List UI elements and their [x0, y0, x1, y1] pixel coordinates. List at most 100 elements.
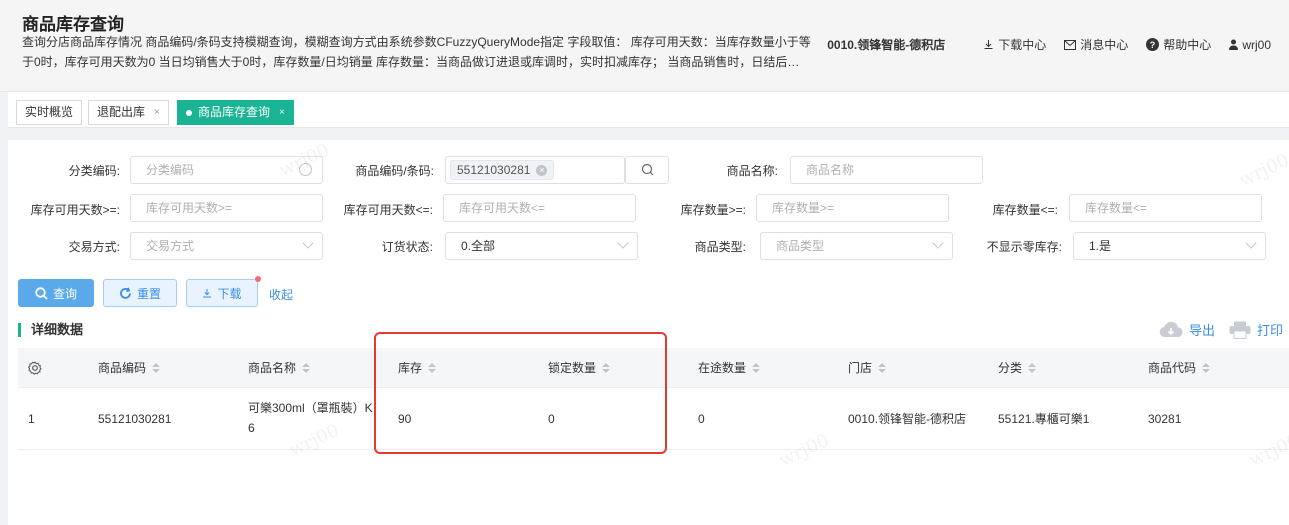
- column-product-code[interactable]: 商品代码: [1148, 348, 1211, 388]
- message-center-link[interactable]: 消息中心: [1064, 36, 1128, 53]
- export-label: 导出: [1188, 323, 1215, 338]
- column-label: 商品代码: [1148, 361, 1197, 375]
- cell-index: 1: [28, 412, 35, 426]
- query-button[interactable]: 查询: [18, 279, 94, 307]
- gear-icon: [28, 361, 42, 375]
- selected-value: 1.是: [1089, 239, 1112, 253]
- placeholder: 商品类型: [776, 239, 825, 253]
- column-category[interactable]: 分类: [998, 348, 1037, 388]
- placeholder: 库存数量<=: [1085, 201, 1148, 215]
- tab-label: 退配出库: [97, 105, 146, 119]
- hide-zero-label: 不显示零库存:: [986, 240, 1062, 254]
- selected-value: 0.全部: [461, 239, 496, 253]
- qty-lte-input[interactable]: 库存数量<=: [1069, 194, 1262, 222]
- download-button[interactable]: 下载: [186, 279, 258, 307]
- section-title: 详细数据: [18, 323, 83, 337]
- reset-button[interactable]: 重置: [103, 279, 177, 307]
- sort-icon[interactable]: [152, 363, 161, 373]
- item-code-search-button[interactable]: [625, 156, 669, 184]
- qty-lte-label: 库存数量<=:: [992, 203, 1058, 217]
- help-icon: ?: [1146, 38, 1160, 51]
- main-panel: 分类编码: 分类编码 商品编码/条码: 55121030281 × 商品名称: …: [8, 140, 1289, 525]
- column-label: 分类: [998, 361, 1023, 375]
- item-type-label: 商品类型:: [694, 240, 746, 254]
- help-center-link[interactable]: ? 帮助中心: [1146, 36, 1211, 53]
- tab-overview[interactable]: 实时概览: [16, 100, 83, 125]
- help-center-label: 帮助中心: [1163, 38, 1212, 52]
- watermark: wrj00: [1236, 149, 1289, 192]
- cell-product-code: 30281: [1148, 412, 1182, 426]
- download-center-label: 下载中心: [998, 38, 1047, 52]
- chevron-down-icon: [932, 237, 944, 249]
- column-in-transit-qty[interactable]: 在途数量: [698, 348, 761, 388]
- mail-icon: [1064, 39, 1077, 50]
- category-code-label: 分类编码:: [68, 164, 120, 178]
- days-gte-label: 库存可用天数>=:: [30, 203, 120, 217]
- user-menu[interactable]: wrj00: [1229, 38, 1271, 52]
- printer-icon: [1229, 321, 1251, 339]
- column-item-name[interactable]: 商品名称: [248, 348, 311, 388]
- item-name-line1: 可樂300ml（罩瓶裝）K: [248, 401, 373, 415]
- column-settings-button[interactable]: [28, 348, 42, 388]
- placeholder: 库存可用天数>=: [146, 201, 233, 215]
- download-label: 下载: [217, 286, 242, 301]
- placeholder: 商品名称: [806, 163, 855, 177]
- item-name-input[interactable]: 商品名称: [790, 156, 983, 184]
- sort-icon[interactable]: [1028, 363, 1037, 373]
- collapse-link[interactable]: 收起: [269, 286, 293, 303]
- cell-store: 0010.领锋智能-德积店: [848, 412, 967, 426]
- chevron-down-icon: [302, 237, 314, 249]
- tab-label: 商品库存查询: [198, 105, 271, 119]
- column-store[interactable]: 门店: [848, 348, 887, 388]
- svg-text:?: ?: [1150, 40, 1156, 50]
- chevron-down-icon: [617, 237, 629, 249]
- days-lte-input[interactable]: 库存可用天数<=: [443, 194, 636, 222]
- cloud-download-icon: [1159, 321, 1183, 337]
- item-type-select[interactable]: 商品类型: [760, 232, 953, 260]
- sort-icon[interactable]: [878, 363, 887, 373]
- print-label: 打印: [1256, 323, 1283, 338]
- days-gte-input[interactable]: 库存可用天数>=: [130, 194, 323, 222]
- item-code-input[interactable]: 55121030281 ×: [445, 156, 625, 184]
- qty-gte-input[interactable]: 库存数量>=: [756, 194, 949, 222]
- user-icon: [1229, 39, 1239, 50]
- user-name: wrj00: [1242, 37, 1271, 52]
- page-header: 商品库存查询 查询分店商品库存情况 商品编码/条码支持模糊查询，模糊查询方式由系…: [0, 0, 1289, 92]
- search-icon: [35, 286, 48, 300]
- tab-return-outbound[interactable]: 退配出库 ×: [88, 100, 169, 125]
- annotation-highlight-box: [374, 332, 667, 454]
- item-name-label: 商品名称:: [726, 164, 778, 178]
- column-item-code[interactable]: 商品编码: [98, 348, 161, 388]
- trade-mode-select[interactable]: 交易方式: [130, 232, 323, 260]
- placeholder: 交易方式: [146, 239, 195, 253]
- column-label: 商品编码: [98, 361, 147, 375]
- sort-icon[interactable]: [752, 363, 761, 373]
- placeholder: 库存可用天数<=: [459, 201, 546, 215]
- item-code-label: 商品编码/条码:: [355, 164, 434, 178]
- tag-close-icon[interactable]: ×: [536, 164, 548, 176]
- current-store[interactable]: 0010.领锋智能-德积店: [827, 36, 945, 53]
- reset-label: 重置: [136, 286, 161, 301]
- sort-icon[interactable]: [1202, 363, 1211, 373]
- chevron-down-icon: [1245, 237, 1257, 249]
- order-status-select[interactable]: 0.全部: [445, 232, 638, 260]
- tab-label: 实时概览: [25, 105, 74, 119]
- table-tools: 导出 打印: [1145, 320, 1283, 339]
- download-center-link[interactable]: 下载中心: [983, 36, 1046, 53]
- cell-in-transit-qty: 0: [698, 412, 705, 426]
- placeholder: 分类编码: [146, 163, 195, 177]
- export-button[interactable]: 导出: [1159, 320, 1215, 339]
- active-dot-icon: [186, 109, 192, 116]
- tag-text: 55121030281: [457, 163, 531, 177]
- sort-icon[interactable]: [302, 363, 311, 373]
- message-center-label: 消息中心: [1080, 38, 1129, 52]
- tab-stock-query[interactable]: 商品库存查询 ×: [177, 100, 294, 125]
- download-icon: [203, 289, 212, 298]
- close-icon[interactable]: ×: [154, 101, 160, 124]
- item-code-tag: 55121030281 ×: [450, 160, 555, 180]
- print-button[interactable]: 打印: [1229, 320, 1283, 339]
- close-icon[interactable]: ×: [279, 101, 285, 124]
- notification-dot: [255, 276, 261, 282]
- hide-zero-select[interactable]: 1.是: [1073, 232, 1266, 260]
- column-label: 商品名称: [248, 361, 297, 375]
